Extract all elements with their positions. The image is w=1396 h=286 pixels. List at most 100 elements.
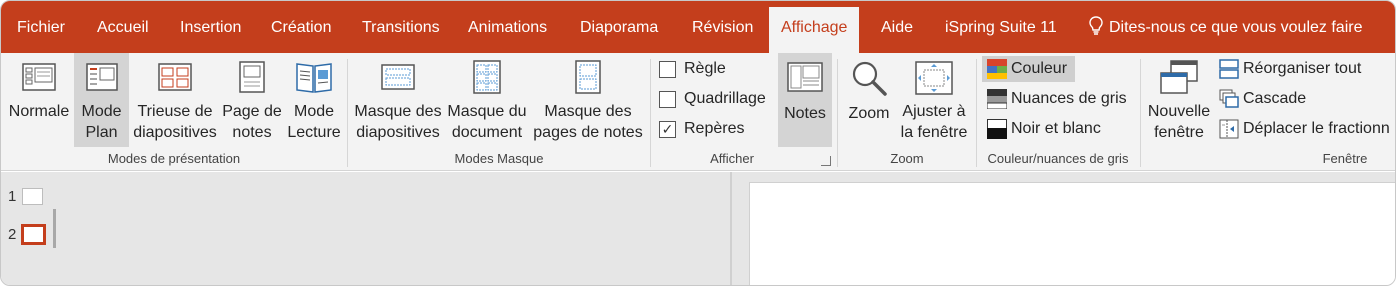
new-window-icon	[1160, 60, 1198, 94]
outline-view-button[interactable]: Mode Plan	[74, 53, 129, 147]
tab-fichier[interactable]: Fichier	[17, 1, 65, 53]
tab-diaporama[interactable]: Diaporama	[580, 1, 658, 53]
fit-to-window-button[interactable]: Ajuster à la fenêtre	[897, 53, 971, 147]
outline-view-icon	[85, 63, 118, 91]
reading-view-button[interactable]: Mode Lecture	[285, 53, 343, 147]
tab-insertion[interactable]: Insertion	[180, 1, 241, 53]
ruler-label: Règle	[684, 60, 726, 77]
group-separator	[650, 59, 651, 167]
new-window-label: Nouvelle fenêtre	[1147, 103, 1211, 141]
zoom-button[interactable]: Zoom	[843, 53, 895, 147]
show-dialog-launcher-icon[interactable]	[821, 156, 831, 166]
reading-view-label: Mode Lecture	[287, 103, 341, 141]
cascade-button[interactable]: Cascade	[1217, 86, 1395, 112]
tell-me-label: Dites-nous ce que vous voulez faire	[1109, 19, 1363, 36]
arrange-all-button[interactable]: Réorganiser tout	[1217, 56, 1395, 82]
tell-me-search[interactable]: Dites-nous ce que vous voulez faire	[1089, 1, 1362, 53]
tab-aide[interactable]: Aide	[881, 1, 913, 53]
notes-page-label: Page de notes	[222, 103, 282, 141]
zoom-label: Zoom	[848, 105, 890, 122]
color-label: Couleur	[1011, 60, 1068, 77]
slide-master-icon	[381, 64, 415, 90]
notes-page-icon	[239, 61, 265, 93]
normal-view-icon	[22, 63, 56, 91]
outline-scroll-indicator[interactable]	[53, 209, 56, 248]
group-label-master-views: Modes Masque	[454, 151, 544, 166]
slide-sorter-button[interactable]: Trieuse de diapositives	[131, 53, 219, 147]
fit-to-window-icon	[915, 61, 953, 95]
guides-checkbox-box[interactable]: ✓	[659, 121, 676, 138]
grayscale-label: Nuances de gris	[1011, 90, 1127, 107]
normal-view-label: Normale	[8, 103, 70, 120]
group-separator	[347, 59, 348, 167]
cascade-label: Cascade	[1243, 90, 1307, 107]
black-white-option[interactable]: Noir et blanc	[982, 116, 1112, 142]
arrange-all-label: Réorganiser tout	[1243, 60, 1362, 77]
group-label-presentation-views: Modes de présentation	[107, 151, 241, 166]
slide-master-button[interactable]: Masque des diapositives	[353, 53, 443, 147]
color-swatch-icon	[987, 59, 1007, 79]
slide-master-label: Masque des diapositives	[354, 103, 442, 141]
notes-button[interactable]: Notes	[778, 53, 832, 147]
outline-view-label: Mode Plan	[81, 103, 122, 141]
guides-label: Repères	[684, 120, 745, 137]
arrange-all-icon	[1219, 59, 1239, 79]
group-separator	[1140, 59, 1141, 167]
gridlines-checkbox[interactable]: Quadrillage	[659, 86, 774, 112]
normal-view-button[interactable]: Normale	[5, 53, 73, 147]
gridlines-checkbox-box[interactable]	[659, 91, 676, 108]
tab-animations[interactable]: Animations	[468, 1, 547, 53]
group-label-color: Couleur/nuances de gris	[987, 151, 1129, 166]
group-label-window: Fenêtre	[1322, 151, 1368, 166]
powerpoint-window: Fichier Accueil Insertion Création Trans…	[0, 0, 1396, 286]
black-white-label: Noir et blanc	[1011, 120, 1101, 137]
tab-accueil[interactable]: Accueil	[97, 1, 149, 53]
slide-canvas[interactable]	[749, 182, 1395, 285]
tab-transitions[interactable]: Transitions	[362, 1, 440, 53]
notes-label: Notes	[784, 105, 826, 122]
notes-master-label: Masque des pages de notes	[533, 103, 643, 141]
outline-pane[interactable]: 1 2	[1, 172, 730, 285]
reading-view-icon	[296, 63, 332, 93]
notes-master-button[interactable]: Masque des pages de notes	[531, 53, 645, 147]
ruler-checkbox-box[interactable]	[659, 61, 676, 78]
move-split-button[interactable]: Déplacer le fractionn	[1217, 116, 1395, 142]
notes-master-icon	[575, 60, 601, 94]
cascade-icon	[1219, 89, 1239, 108]
tab-creation[interactable]: Création	[271, 1, 331, 53]
handout-master-icon	[473, 60, 501, 94]
grayscale-swatch-icon	[987, 89, 1007, 109]
slide-thumbnail-selected[interactable]	[21, 224, 46, 245]
ribbon-affichage: Normale Mode Plan Trieuse de diapositive…	[1, 53, 1395, 171]
slide-sorter-label: Trieuse de diapositives	[133, 103, 217, 141]
slide-pane	[732, 172, 1395, 285]
group-label-show: Afficher	[710, 151, 754, 166]
move-split-label: Déplacer le fractionn	[1243, 120, 1390, 137]
tab-ispring-suite[interactable]: iSpring Suite 11	[945, 1, 1057, 53]
new-window-button[interactable]: Nouvelle fenêtre	[1145, 53, 1213, 147]
ruler-checkbox[interactable]: Règle	[659, 56, 769, 82]
move-split-icon	[1219, 119, 1239, 139]
slide-number: 1	[8, 188, 17, 205]
slide-thumbnail[interactable]	[22, 188, 43, 205]
group-label-zoom: Zoom	[890, 151, 924, 166]
gridlines-label: Quadrillage	[684, 90, 766, 107]
notes-page-button[interactable]: Page de notes	[221, 53, 283, 147]
guides-checkbox[interactable]: ✓ Repères	[659, 116, 769, 142]
slide-number: 2	[8, 226, 17, 243]
tab-affichage[interactable]: Affichage	[769, 7, 860, 53]
lightbulb-icon	[1089, 16, 1103, 35]
magnifier-icon	[852, 61, 887, 96]
slide-sorter-icon	[158, 63, 192, 91]
handout-master-button[interactable]: Masque du document	[445, 53, 529, 147]
group-separator	[976, 59, 977, 167]
grayscale-option[interactable]: Nuances de gris	[982, 86, 1132, 112]
black-white-swatch-icon	[987, 119, 1007, 139]
notes-icon	[787, 62, 823, 92]
handout-master-label: Masque du document	[447, 103, 527, 141]
fit-to-window-label: Ajuster à la fenêtre	[900, 103, 968, 141]
group-separator	[837, 59, 838, 167]
color-option[interactable]: Couleur	[982, 56, 1075, 82]
tab-revision[interactable]: Révision	[692, 1, 753, 53]
ribbon-tab-bar: Fichier Accueil Insertion Création Trans…	[1, 1, 1395, 53]
